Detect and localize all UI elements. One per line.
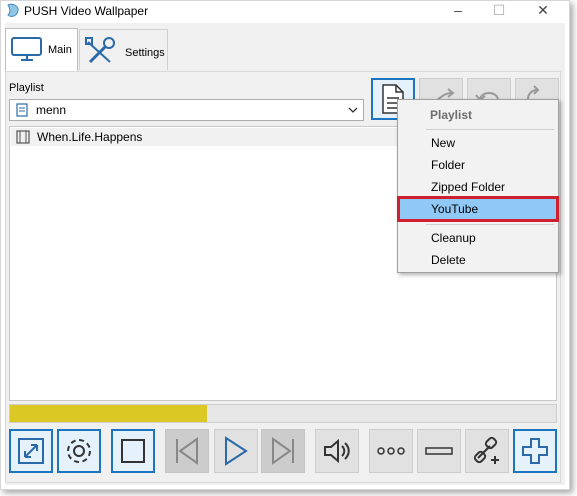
volume-button[interactable] xyxy=(315,429,359,473)
more-dots-icon xyxy=(377,447,405,455)
title-bar: PUSH Video Wallpaper – ☐ ✕ xyxy=(1,1,569,23)
stop-button[interactable] xyxy=(111,429,155,473)
minus-icon xyxy=(425,447,453,455)
plus-icon xyxy=(522,438,548,464)
skip-forward-icon xyxy=(272,437,294,465)
progress-bar[interactable] xyxy=(9,404,557,423)
play-icon xyxy=(225,436,248,466)
menu-item-zipped-folder[interactable]: Zipped Folder xyxy=(400,177,556,197)
tab-settings-label: Settings xyxy=(125,47,165,59)
app-logo-icon xyxy=(7,3,19,17)
tools-icon xyxy=(85,37,115,64)
play-button[interactable] xyxy=(214,429,258,473)
menu-item-label: Zipped Folder xyxy=(431,180,506,194)
menu-header: Playlist xyxy=(430,108,473,122)
menu-separator xyxy=(426,129,554,130)
monitor-icon xyxy=(11,37,42,61)
add-link-button[interactable] xyxy=(465,429,509,473)
menu-item-new[interactable]: New xyxy=(400,133,556,153)
tab-settings[interactable]: Settings xyxy=(79,29,168,70)
close-button[interactable]: ✕ xyxy=(523,1,563,19)
next-button[interactable] xyxy=(261,429,305,473)
menu-item-label: Folder xyxy=(431,158,466,172)
playlist-selected-value: menn xyxy=(36,103,67,117)
menu-item-delete[interactable]: Delete xyxy=(400,250,556,270)
menu-item-label: New xyxy=(431,136,456,150)
progress-fill xyxy=(10,405,207,422)
previous-button[interactable] xyxy=(165,429,209,473)
stop-icon xyxy=(121,439,145,463)
app-window: PUSH Video Wallpaper – ☐ ✕ Main Settings… xyxy=(0,0,570,490)
menu-item-label: YouTube xyxy=(431,202,479,216)
add-button[interactable] xyxy=(513,429,557,473)
tab-strip: Main Settings xyxy=(5,23,565,71)
film-icon xyxy=(16,130,30,144)
menu-item-label: Delete xyxy=(431,253,466,267)
settings-button[interactable] xyxy=(57,429,101,473)
playlist-context-menu: Playlist New Folder Zipped Folder YouTub… xyxy=(397,99,559,273)
playlist-label: Playlist xyxy=(9,82,44,94)
tab-main[interactable]: Main xyxy=(5,28,78,71)
chevron-down-icon xyxy=(348,107,358,113)
menu-item-youtube[interactable]: YouTube xyxy=(397,196,559,222)
speaker-icon xyxy=(324,438,350,464)
tab-main-label: Main xyxy=(48,44,72,56)
more-button[interactable] xyxy=(369,429,413,473)
fullscreen-button[interactable] xyxy=(9,429,53,473)
gear-icon xyxy=(67,439,91,463)
remove-button[interactable] xyxy=(417,429,461,473)
minimize-button[interactable]: – xyxy=(438,1,478,19)
maximize-button[interactable]: ☐ xyxy=(479,1,519,19)
video-name: When.Life.Happens xyxy=(37,130,143,144)
window-title: PUSH Video Wallpaper xyxy=(24,4,149,18)
menu-item-label: Cleanup xyxy=(431,231,476,245)
playlist-dropdown[interactable]: menn xyxy=(9,99,364,121)
menu-item-cleanup[interactable]: Cleanup xyxy=(400,228,556,248)
menu-separator xyxy=(426,224,554,225)
playlist-doc-icon xyxy=(16,103,28,117)
expand-icon xyxy=(18,438,44,464)
link-add-icon xyxy=(473,436,499,464)
skip-back-icon xyxy=(176,437,198,465)
menu-item-folder[interactable]: Folder xyxy=(400,155,556,175)
